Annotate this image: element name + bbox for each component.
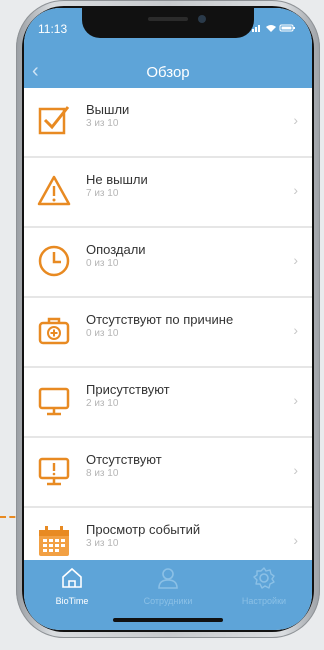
monitor-icon: [38, 387, 70, 416]
phone-screen: 11:13 ‹ Обзор Вышли 3 из 10 › Не вышли 7…: [24, 8, 312, 630]
signal-wifi-battery-icon: [252, 24, 295, 32]
check-box-icon: [38, 106, 70, 135]
list-item-count: 3 из 10: [86, 538, 119, 549]
chevron-right-icon: ›: [293, 322, 298, 338]
list-item-vyshli[interactable]: Вышли 3 из 10 ›: [24, 88, 312, 158]
home-icon: [62, 567, 82, 588]
tab-label: Сотрудники: [143, 596, 193, 606]
tab-biotime[interactable]: BioTime: [24, 566, 120, 606]
page-title: Обзор: [146, 64, 190, 81]
list-item-count: 0 из 10: [86, 258, 119, 269]
tab-sotrudniki[interactable]: Сотрудники: [120, 566, 216, 606]
list-item-label: Опоздали: [86, 242, 146, 257]
list-item-label: Отсутствуют по причине: [86, 312, 234, 327]
list-item-label: Не вышли: [86, 172, 148, 187]
warning-triangle-icon: [37, 175, 71, 206]
list-item-label: Отсутствуют: [86, 452, 162, 467]
status-time: 11:13: [38, 22, 68, 36]
list-item-label: Присутствуют: [86, 382, 170, 397]
chevron-right-icon: ›: [293, 462, 298, 478]
clock-icon: [38, 245, 70, 277]
status-icons: [252, 23, 296, 36]
nav-header: 11:13 ‹ Обзор: [24, 8, 312, 96]
home-indicator[interactable]: [113, 618, 223, 622]
overview-list: Вышли 3 из 10 › Не вышли 7 из 10 › Опозд…: [24, 88, 312, 578]
list-item-label: Вышли: [86, 102, 130, 117]
chevron-right-icon: ›: [293, 182, 298, 198]
list-item-otsutstvuyut-po-prichine[interactable]: Отсутствуют по причине 0 из 10 ›: [24, 298, 312, 368]
list-item-ne-vyshli[interactable]: Не вышли 7 из 10 ›: [24, 158, 312, 228]
chevron-right-icon: ›: [293, 252, 298, 268]
list-item-count: 3 из 10: [86, 118, 119, 129]
chevron-right-icon: ›: [293, 392, 298, 408]
phone-frame: 11:13 ‹ Обзор Вышли 3 из 10 › Не вышли 7…: [16, 0, 320, 638]
gear-icon: [253, 567, 275, 589]
user-icon: [158, 568, 178, 589]
list-item-count: 2 из 10: [86, 398, 119, 409]
medical-kit-icon: [38, 317, 70, 345]
list-item-count: 7 из 10: [86, 188, 119, 199]
tab-bar: BioTime Сотрудники Настройки: [24, 560, 312, 630]
list-item-label: Просмотр событий: [86, 522, 201, 537]
list-item-prisutstvuyut[interactable]: Присутствуют 2 из 10 ›: [24, 368, 312, 438]
calendar-icon: [39, 526, 69, 556]
list-item-count: 0 из 10: [86, 328, 119, 339]
speaker: [148, 17, 188, 21]
tab-label: BioTime: [55, 596, 89, 606]
tab-nastroyki[interactable]: Настройки: [216, 566, 312, 606]
monitor-alert-icon: [38, 457, 70, 486]
status-bar: 11:13: [24, 22, 312, 40]
chevron-right-icon: ›: [293, 532, 298, 548]
tab-label: Настройки: [241, 596, 287, 606]
list-item-opozdali[interactable]: Опоздали 0 из 10 ›: [24, 228, 312, 298]
list-item-otsutstvuyut[interactable]: Отсутствуют 8 из 10 ›: [24, 438, 312, 508]
chevron-right-icon: ›: [293, 112, 298, 128]
list-item-count: 8 из 10: [86, 468, 119, 479]
